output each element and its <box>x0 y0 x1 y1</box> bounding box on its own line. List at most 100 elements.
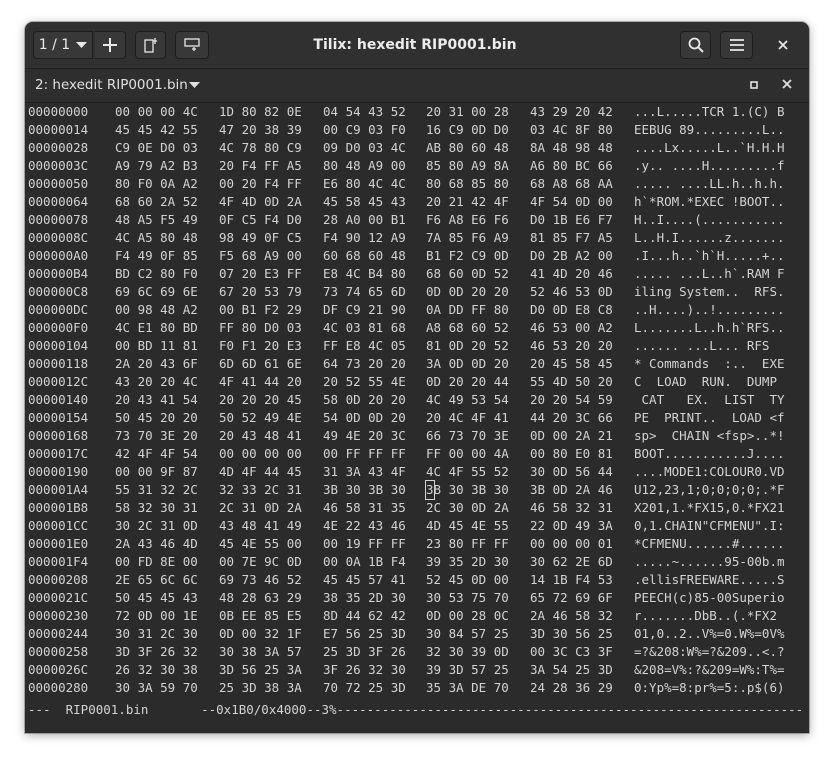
hex-byte-group[interactable]: 3D 30 56 25 <box>530 625 613 643</box>
ascii-column[interactable]: 0,1.CHAIN"CFMENU".I: <box>634 517 785 535</box>
ascii-column[interactable]: ..H....)..!......... <box>634 301 785 319</box>
ascii-column[interactable]: X201,1.*FX15,0.*FX21 <box>634 499 785 517</box>
hex-byte-group[interactable]: 30 62 2E 6D <box>530 553 613 571</box>
ascii-column[interactable]: PEECH(c)85-00Superio <box>634 589 785 607</box>
hex-byte-group[interactable]: 0A DD FF 80 <box>426 301 509 319</box>
hex-byte-group[interactable]: 4C 78 80 C9 <box>219 139 302 157</box>
hex-row[interactable]: 000000DC 00 98 48 A2 00 B1 F2 29 DF C9 21 9… <box>28 301 785 319</box>
hex-byte-group[interactable]: 81 0D 20 52 <box>426 337 509 355</box>
ascii-column[interactable]: 01,0..2..V%=0.W%=0V% <box>634 625 785 643</box>
hex-byte-group[interactable]: 64 73 20 20 <box>323 355 406 373</box>
chevron-down-icon[interactable] <box>189 82 200 89</box>
hex-byte-group[interactable]: 54 0D 0D 20 <box>323 409 406 427</box>
hex-byte-group[interactable]: 73 70 3E 20 <box>115 427 198 445</box>
hex-byte-group[interactable]: 0D 20 20 44 <box>426 373 509 391</box>
hex-byte-group[interactable]: 45 45 42 55 <box>115 121 198 139</box>
hex-byte-group[interactable]: 00 20 F4 FF <box>219 175 302 193</box>
ascii-column[interactable]: ..... ....LL.h..h.h. <box>634 175 785 193</box>
hex-row[interactable]: 00000280 30 3A 59 70 25 3D 38 3A 70 72 25 3… <box>28 679 785 697</box>
hex-byte-group[interactable]: 20 43 41 54 <box>115 391 198 409</box>
hex-byte-group[interactable]: 30 2C 31 0D <box>115 517 198 535</box>
hex-byte-group[interactable]: 45 45 57 41 <box>323 571 406 589</box>
hex-byte-group[interactable]: 4C A5 80 48 <box>115 229 198 247</box>
hex-byte-group[interactable]: 47 20 38 39 <box>219 121 302 139</box>
hex-byte-group[interactable]: 55 31 32 2C <box>115 481 198 499</box>
hex-byte-group[interactable]: 00 00 00 00 <box>219 445 302 463</box>
hex-byte-group[interactable]: 0D 0D 20 20 <box>426 283 509 301</box>
hex-byte-group[interactable]: 46 58 32 31 <box>530 499 613 517</box>
hex-byte-group[interactable]: 3B 30 3B 30 <box>323 481 406 499</box>
hex-byte-group[interactable]: 00 19 FF FF <box>323 535 406 553</box>
hex-byte-group[interactable]: 3D 3F 26 32 <box>115 643 198 661</box>
hex-row[interactable]: 00000050 80 F0 0A A2 00 20 F4 FF E6 80 4C 4… <box>28 175 785 193</box>
hex-row[interactable]: 00000154 50 45 20 20 50 52 49 4E 54 0D 0D 2… <box>28 409 785 427</box>
hex-byte-group[interactable]: 8A 48 98 48 <box>530 139 613 157</box>
hex-row[interactable]: 00000190 00 00 9F 87 4D 4F 44 45 31 3A 43 4… <box>28 463 785 481</box>
hex-byte-group[interactable]: 25 3D 3F 26 <box>323 643 406 661</box>
hex-byte-group[interactable]: 65 72 69 6F <box>530 589 613 607</box>
hex-byte-group[interactable]: 0B EE 85 E5 <box>219 607 302 625</box>
hex-byte-group[interactable]: 20 20 54 59 <box>530 391 613 409</box>
terminal-content[interactable]: 00000000 00 00 00 4C 1D 80 82 0E 04 54 43 5… <box>25 103 809 733</box>
hex-byte-group[interactable]: 2E 65 6C 6C <box>115 571 198 589</box>
hex-byte-group[interactable]: AB 80 60 48 <box>426 139 509 157</box>
hex-byte-group[interactable]: 50 45 45 43 <box>115 589 198 607</box>
hex-byte-group[interactable]: 00 BD 11 81 <box>115 337 198 355</box>
hex-byte-group[interactable]: 20 21 42 4F <box>426 193 509 211</box>
hex-byte-group[interactable]: 7A 85 F6 A9 <box>426 229 509 247</box>
hex-byte-group[interactable]: 3F 26 32 30 <box>323 661 406 679</box>
hex-byte-group[interactable]: FF E8 4C 05 <box>323 337 406 355</box>
ascii-column[interactable]: 0:Yp%=8:pr%=5:.p$(6) <box>634 679 785 697</box>
ascii-column[interactable]: .y.. ....H.........f <box>634 157 785 175</box>
hex-byte-group[interactable]: 41 4D 20 46 <box>530 265 613 283</box>
hex-byte-group[interactable]: 60 68 60 48 <box>323 247 406 265</box>
ascii-column[interactable]: .I...h..`h`H.....+.. <box>634 247 785 265</box>
hex-byte-group[interactable]: 23 80 FF FF <box>426 535 509 553</box>
hex-byte-group[interactable]: 1D 80 82 0E <box>219 103 302 121</box>
hex-byte-group[interactable]: 20 31 00 28 <box>426 103 509 121</box>
hex-byte-group[interactable]: 43 29 20 42 <box>530 103 613 121</box>
hex-byte-group[interactable]: 0D 00 2A 21 <box>530 427 613 445</box>
hex-byte-group[interactable]: 2A 43 46 4D <box>115 535 198 553</box>
hex-byte-group[interactable]: 52 46 53 0D <box>530 283 613 301</box>
hex-byte-group[interactable]: 4F 4D 0D 2A <box>219 193 302 211</box>
hex-byte-group[interactable]: C9 0E D0 03 <box>115 139 198 157</box>
hex-byte-group[interactable]: 38 35 2D 30 <box>323 589 406 607</box>
hex-byte-group[interactable]: 30 53 75 70 <box>426 589 509 607</box>
hex-byte-group[interactable]: 30 84 57 25 <box>426 625 509 643</box>
session-switcher-button[interactable]: 1 / 1 <box>33 31 93 59</box>
hex-byte-group[interactable]: 68 60 0D 52 <box>426 265 509 283</box>
hex-byte-group[interactable]: F6 A8 E6 F6 <box>426 211 509 229</box>
hex-byte-group[interactable]: FF 80 D0 03 <box>219 319 302 337</box>
hex-row[interactable]: 00000244 30 31 2C 30 0D 00 32 1F E7 56 25 3… <box>28 625 785 643</box>
hex-byte-group[interactable]: 20 52 55 4E <box>323 373 406 391</box>
hex-byte-group[interactable]: 00 7E 9C 0D <box>219 553 302 571</box>
ascii-column[interactable]: BOOT...........J.... <box>634 445 785 463</box>
hex-byte-group[interactable]: 45 58 45 43 <box>323 193 406 211</box>
hex-byte-group[interactable]: 46 53 00 A2 <box>530 319 613 337</box>
hex-byte-group[interactable]: 3B 30 3B 30 <box>425 480 509 500</box>
hex-byte-group[interactable]: 4F 41 44 20 <box>219 373 302 391</box>
hex-row[interactable]: 0000021C 50 45 45 43 48 28 63 29 38 35 2D 3… <box>28 589 785 607</box>
ascii-column[interactable]: r.......DbB..(.*FX2 <box>634 607 777 625</box>
hex-byte-group[interactable]: 4D 4F 44 45 <box>219 463 302 481</box>
hex-byte-group[interactable]: DF C9 21 90 <box>323 301 406 319</box>
hex-byte-group[interactable]: 00 C9 03 F0 <box>323 121 406 139</box>
hex-byte-group[interactable]: 66 73 70 3E <box>426 427 509 445</box>
ascii-column[interactable]: CAT EX. LIST TY <box>634 391 785 409</box>
hex-byte-group[interactable]: 80 48 A9 00 <box>323 157 406 175</box>
ascii-column[interactable]: C LOAD RUN. DUMP <box>634 373 785 391</box>
ascii-column[interactable]: ....Lx.....L..`H.H.H <box>634 139 785 157</box>
hex-byte-group[interactable]: 07 20 E3 FF <box>219 265 302 283</box>
hex-row[interactable]: 00000000 00 00 00 4C 1D 80 82 0E 04 54 43 5… <box>28 103 785 121</box>
hex-byte-group[interactable]: 8D 44 62 42 <box>323 607 406 625</box>
ascii-column[interactable]: U12,23,1;0;0;0;0;.*F <box>634 481 785 499</box>
hex-row[interactable]: 00000168 73 70 3E 20 20 43 48 41 49 4E 20 3… <box>28 427 785 445</box>
hex-row[interactable]: 0000017C 42 4F 4F 54 00 00 00 00 00 FF FF F… <box>28 445 785 463</box>
hex-byte-group[interactable]: 00 3C C3 3F <box>530 643 613 661</box>
close-icon[interactable] <box>781 78 793 90</box>
ascii-column[interactable]: *CFMENU......#...... <box>634 535 785 553</box>
hex-byte-group[interactable]: 09 D0 03 4C <box>323 139 406 157</box>
hex-byte-group[interactable]: 4C E1 80 BD <box>115 319 198 337</box>
ascii-column[interactable]: ..... ...L..h`.RAM F <box>634 265 785 283</box>
